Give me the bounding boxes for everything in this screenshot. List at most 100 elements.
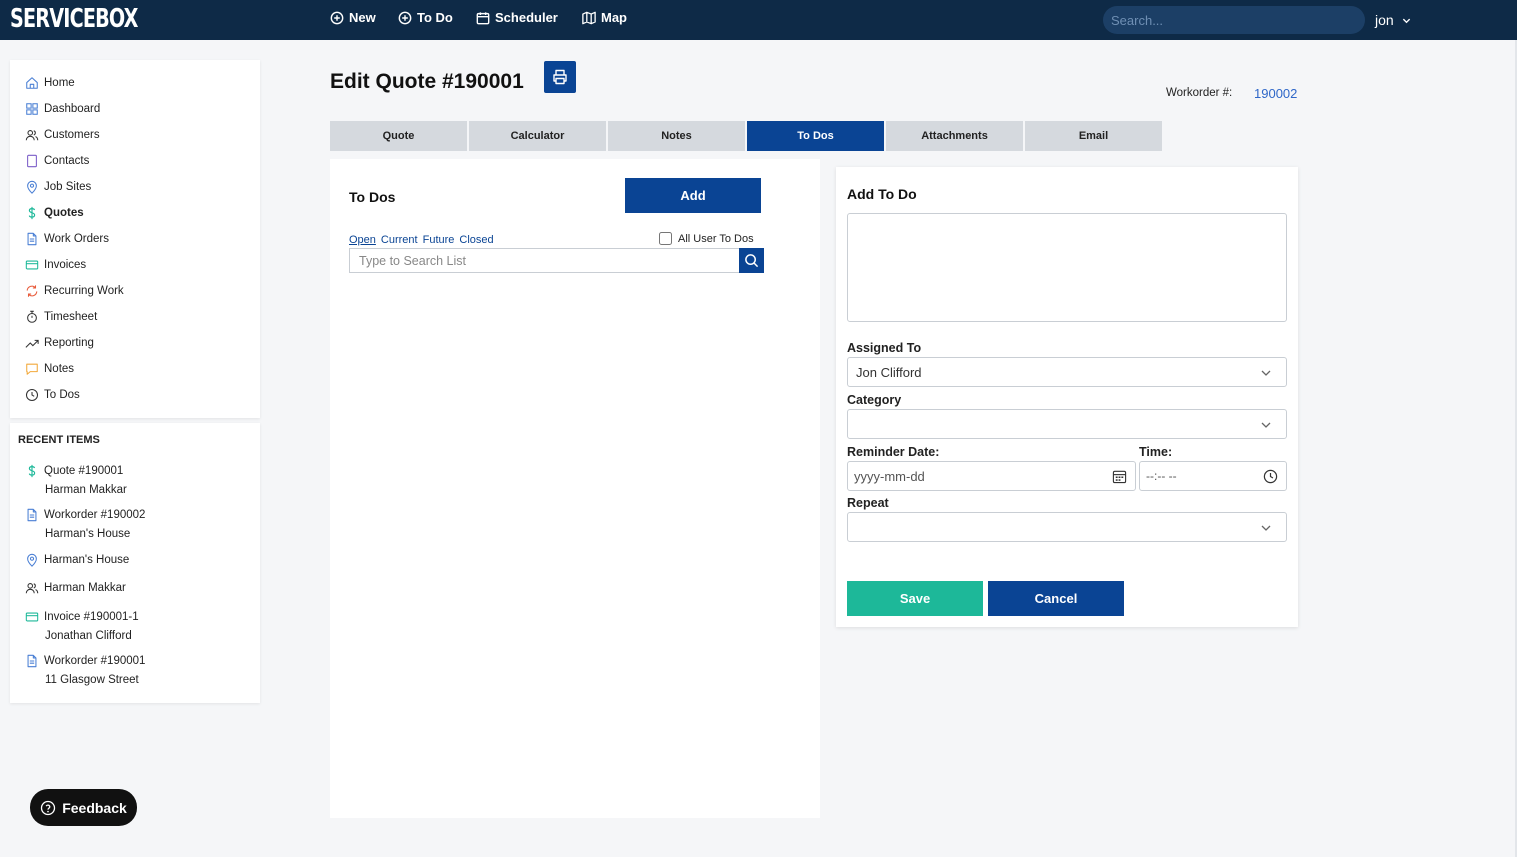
sidebar-item-label: Dashboard — [44, 103, 101, 115]
recent-item[interactable]: Harman Makkar — [25, 581, 126, 595]
assigned-to-label: Assigned To — [847, 341, 922, 355]
app-logo[interactable]: SERVICEBOX — [10, 4, 138, 34]
tab-email[interactable]: Email — [1025, 121, 1162, 151]
tab-attachments[interactable]: Attachments — [886, 121, 1023, 151]
recent-item[interactable]: Invoice #190001-1 Jonathan Clifford — [25, 610, 139, 642]
filter-current[interactable]: Current — [381, 234, 418, 246]
search-icon — [745, 254, 759, 268]
chevron-down-icon — [1261, 370, 1271, 376]
all-user-todos-label: All User To Dos — [678, 232, 754, 245]
category-label: Category — [847, 393, 902, 407]
printer-icon — [553, 69, 567, 85]
dashboard-icon — [26, 103, 38, 115]
recent-item[interactable]: Workorder #190002 Harman's House — [25, 508, 145, 540]
sidebar-item-quotes[interactable]: Quotes — [25, 203, 84, 223]
recent-item-subtitle: Jonathan Clifford — [45, 630, 132, 642]
topnav-map-label: Map — [601, 10, 627, 25]
add-todo-button[interactable]: Add — [625, 178, 761, 213]
sidebar-item-label: Job Sites — [44, 181, 92, 193]
recent-item[interactable]: Quote #190001 Harman Makkar — [25, 464, 127, 496]
clock-icon[interactable] — [1263, 469, 1278, 484]
todo-search-input[interactable] — [349, 248, 740, 273]
filter-future[interactable]: Future — [423, 234, 455, 246]
sidebar-item-label: Quotes — [44, 207, 84, 219]
recent-item[interactable]: Workorder #190001 11 Glasgow Street — [25, 654, 145, 686]
calendar-icon[interactable] — [1112, 469, 1127, 484]
stopwatch-icon — [27, 310, 37, 323]
dollar-icon — [28, 464, 36, 478]
credit-card-icon — [25, 260, 39, 270]
cancel-button[interactable]: Cancel — [988, 581, 1124, 616]
sidebar-item-work-orders[interactable]: Work Orders — [25, 229, 109, 249]
home-icon — [26, 77, 38, 89]
sidebar-item-contacts[interactable]: Contacts — [25, 151, 89, 171]
sidebar-item-label: Work Orders — [44, 233, 109, 245]
sidebar-item-recurring-work[interactable]: Recurring Work — [25, 281, 124, 301]
tab-to-dos[interactable]: To Dos — [747, 121, 884, 151]
chevron-down-icon — [1402, 18, 1410, 23]
chevron-down-icon — [1261, 525, 1271, 531]
trend-icon — [25, 339, 39, 348]
recent-item-title: Workorder #190001 — [44, 655, 146, 667]
form-title: Add To Do — [847, 186, 917, 202]
recent-item[interactable]: Harman's House — [25, 553, 129, 567]
filter-open[interactable]: Open — [349, 234, 376, 246]
document-icon — [27, 508, 37, 522]
sidebar-nav: Home Dashboard Customers Contacts Job Si… — [10, 60, 260, 418]
topnav-todo[interactable]: To Do — [398, 10, 453, 25]
topnav-scheduler-label: Scheduler — [495, 10, 558, 25]
workorder-link[interactable]: 190002 — [1254, 86, 1297, 101]
reminder-date-placeholder: yyyy-mm-dd — [854, 468, 925, 484]
time-label: Time: — [1139, 445, 1173, 459]
topnav-todo-label: To Do — [417, 10, 453, 25]
plus-circle-icon — [398, 11, 412, 24]
recent-item-subtitle: Harman's House — [45, 528, 131, 540]
workorder-label: Workorder #: — [1166, 87, 1233, 99]
user-menu[interactable]: jon — [1375, 12, 1411, 28]
users-icon — [25, 583, 39, 594]
global-search-input[interactable] — [1103, 6, 1365, 34]
topnav-new-label: New — [349, 10, 376, 25]
sidebar-item-dashboard[interactable]: Dashboard — [25, 99, 100, 119]
todo-description-textarea[interactable] — [847, 213, 1287, 322]
chat-icon — [26, 363, 38, 375]
all-user-todos-checkbox[interactable] — [659, 232, 672, 245]
category-select[interactable] — [847, 409, 1287, 439]
topnav-new[interactable]: New — [330, 10, 376, 25]
sidebar-item-to-dos[interactable]: To Dos — [25, 385, 80, 405]
todo-search-button[interactable] — [739, 248, 764, 273]
print-button[interactable] — [544, 61, 576, 93]
tab-calculator[interactable]: Calculator — [469, 121, 606, 151]
repeat-select[interactable] — [847, 512, 1287, 542]
sidebar-item-home[interactable]: Home — [25, 73, 75, 93]
topnav-scheduler[interactable]: Scheduler — [476, 10, 558, 25]
location-pin-icon — [27, 180, 37, 194]
sidebar-item-label: Invoices — [44, 259, 87, 271]
tab-notes[interactable]: Notes — [608, 121, 745, 151]
feedback-button[interactable]: Feedback — [30, 789, 137, 826]
reminder-date-input[interactable]: yyyy-mm-dd — [847, 461, 1136, 491]
all-user-todos-toggle[interactable]: All User To Dos — [659, 232, 754, 245]
tab-quote[interactable]: Quote — [330, 121, 467, 151]
time-input[interactable]: --:-- -- — [1139, 461, 1287, 491]
todo-filter-links: Open Current Future Closed — [349, 234, 494, 246]
sidebar-item-job-sites[interactable]: Job Sites — [25, 177, 91, 197]
sidebar-item-label: Customers — [44, 129, 100, 141]
sidebar-item-label: Contacts — [44, 155, 90, 167]
sidebar-item-label: To Dos — [44, 389, 80, 401]
repeat-label: Repeat — [847, 496, 889, 510]
contact-icon — [27, 154, 37, 168]
sidebar-item-timesheet[interactable]: Timesheet — [25, 307, 97, 327]
topnav-map[interactable]: Map — [582, 10, 627, 25]
sidebar-item-invoices[interactable]: Invoices — [25, 255, 86, 275]
sidebar-item-notes[interactable]: Notes — [25, 359, 74, 379]
assigned-to-select[interactable]: Jon Clifford — [847, 357, 1287, 387]
recent-item-subtitle: 11 Glasgow Street — [45, 674, 139, 686]
recent-item-subtitle: Harman Makkar — [45, 484, 127, 496]
assigned-to-value: Jon Clifford — [856, 364, 922, 380]
sidebar-item-reporting[interactable]: Reporting — [25, 333, 94, 353]
filter-closed[interactable]: Closed — [459, 234, 493, 246]
save-button[interactable]: Save — [847, 581, 983, 616]
sidebar-item-customers[interactable]: Customers — [25, 125, 100, 145]
location-pin-icon — [27, 553, 37, 567]
